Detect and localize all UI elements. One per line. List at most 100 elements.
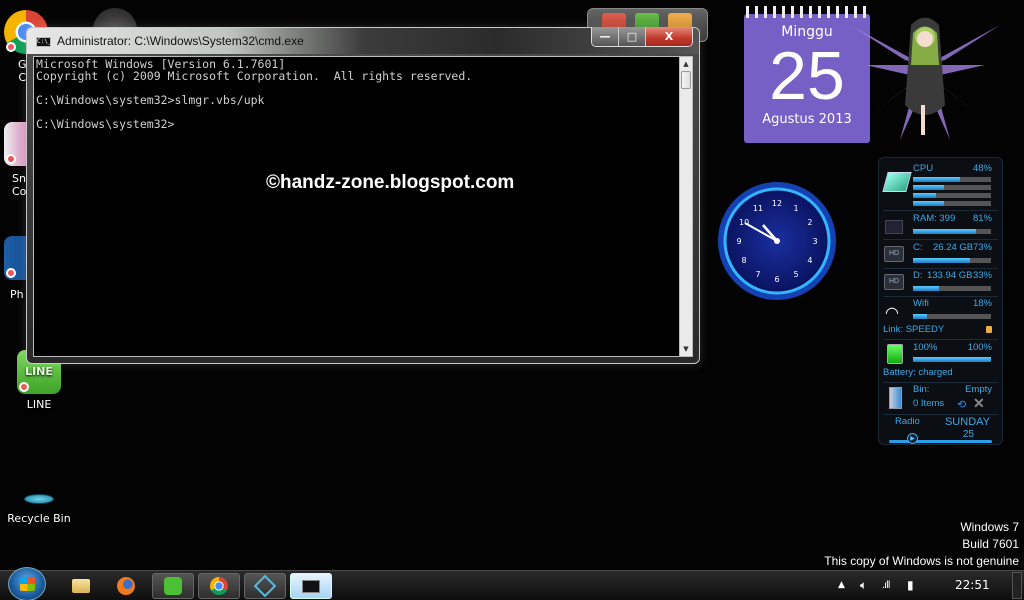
clock-gadget[interactable]: 12 12 3 45 6 78 9 10 11	[717, 181, 837, 301]
battery-left-value: 100%	[913, 342, 938, 353]
taskbar-clock[interactable]: 22:51	[955, 578, 990, 592]
snipping-tool-icon	[253, 574, 277, 598]
clock-numeral: 8	[742, 256, 747, 265]
bin-items: 0 Items	[913, 398, 945, 409]
drive-c-value: 73%	[972, 242, 992, 253]
cmd-icon	[302, 579, 320, 593]
folder-icon	[72, 579, 90, 593]
not-genuine-text: This copy of Windows is not genuine	[824, 554, 1019, 568]
clock-numeral: 4	[807, 256, 812, 265]
window-controls: — □ X	[591, 27, 693, 47]
radio-label: Radio	[895, 416, 920, 427]
radio-progress	[889, 440, 992, 443]
cmd-window[interactable]: C:\_ Administrator: C:\Windows\System32\…	[26, 27, 700, 364]
clock-numeral: 7	[755, 270, 760, 279]
recycle-bin-icon	[24, 494, 54, 504]
recycle-bin-icon	[889, 387, 902, 409]
refresh-icon[interactable]: ⟲	[957, 398, 966, 411]
clock-numeral: 5	[793, 270, 798, 279]
show-hidden-icons[interactable]: ▲	[838, 580, 845, 590]
taskbar-explorer[interactable]	[60, 573, 102, 599]
show-desktop-button[interactable]	[1012, 572, 1022, 599]
clock-numeral: 6	[774, 275, 779, 284]
network-icon[interactable]: .ıll	[882, 580, 890, 591]
bin-label: Bin:	[913, 384, 930, 395]
cpu-chip-icon	[882, 172, 912, 192]
icon-label: LINE	[26, 398, 52, 411]
clock-numeral: 9	[736, 237, 741, 246]
clock-numeral: 1	[793, 204, 798, 213]
cpu-label: CPU	[913, 163, 934, 174]
console-output[interactable]: Microsoft Windows [Version 6.1.7601] Copy…	[33, 56, 681, 357]
scroll-down-icon[interactable]: ▼	[680, 342, 692, 356]
genuine-notice: Windows 7 Build 7601 This copy of Window…	[824, 519, 1019, 570]
drive-d-bar	[913, 286, 991, 291]
icon-label: Recycle Bin	[7, 512, 71, 525]
taskbar-snipping-tool[interactable]	[244, 573, 286, 599]
hard-drive-icon: HD	[884, 274, 904, 290]
clock-numeral: 3	[812, 237, 817, 246]
drive-d-label: D:	[913, 270, 923, 281]
scroll-up-icon[interactable]: ▲	[680, 57, 692, 71]
chrome-icon	[210, 577, 228, 595]
divider	[883, 339, 998, 340]
maximize-button[interactable]: □	[619, 27, 646, 46]
wifi-value: 18%	[972, 298, 992, 309]
lock-icon	[986, 326, 992, 333]
vertical-scrollbar[interactable]: ▲ ▼	[679, 56, 693, 357]
play-icon[interactable]: ▶	[907, 433, 918, 444]
taskbar-chrome[interactable]	[198, 573, 240, 599]
divider	[883, 296, 998, 297]
battery-status: Battery: charged	[883, 367, 953, 378]
clock-numeral: 11	[753, 204, 763, 213]
ram-label: RAM: 399	[913, 213, 956, 224]
clock-center	[774, 238, 780, 244]
console-line: C:\Windows\system32>	[36, 117, 175, 131]
divider	[883, 268, 998, 269]
os-build: Build 7601	[962, 537, 1019, 551]
system-monitor-gadget: CPU 48% RAM: 399 81% HD C: 26.24 GB 73% …	[878, 157, 1003, 445]
taskbar-cmd[interactable]	[290, 573, 332, 599]
cmd-icon: C:\_	[36, 37, 52, 47]
battery-right-value: 100%	[967, 342, 992, 353]
divider	[883, 210, 998, 211]
divider	[883, 414, 998, 415]
ram-bar	[913, 229, 991, 234]
scroll-thumb[interactable]	[681, 71, 691, 89]
radio-date: 25	[962, 429, 974, 440]
ram-value: 81%	[972, 213, 992, 224]
cpu-core-bar	[913, 201, 991, 206]
icon-label: Ph	[10, 288, 24, 301]
cpu-core-bar	[913, 193, 991, 198]
bin-state: Empty	[965, 384, 992, 395]
clock-numeral: 10	[739, 218, 749, 227]
taskbar-line[interactable]	[152, 573, 194, 599]
windows-logo-icon	[20, 577, 35, 591]
wifi-icon: ◠	[885, 305, 899, 322]
wifi-label: Wifi	[913, 298, 929, 309]
start-button[interactable]	[8, 567, 46, 600]
battery-bar	[913, 357, 991, 362]
hard-drive-icon: HD	[884, 246, 904, 262]
wifi-bar	[913, 314, 991, 319]
battery-icon	[887, 344, 903, 364]
volume-icon[interactable]: 🔈︎	[860, 578, 867, 593]
console-line: Copyright (c) 2009 Microsoft Corporation…	[36, 69, 473, 83]
wifi-link: Link: SPEEDY	[883, 324, 945, 335]
close-button[interactable]: X	[646, 27, 692, 46]
taskbar-firefox[interactable]	[105, 573, 147, 599]
empty-bin-icon[interactable]: ✕	[973, 395, 985, 412]
anime-character-gadget	[850, 17, 1000, 140]
firefox-icon	[117, 577, 135, 595]
window-title: Administrator: C:\Windows\System32\cmd.e…	[57, 34, 304, 48]
taskbar: ▲ 🔈︎ .ıll ▮ 22:51	[0, 567, 1024, 600]
desktop-icon-recycle-bin[interactable]: Recycle Bin	[4, 494, 74, 525]
drive-d-size: 133.94 GB	[927, 270, 973, 281]
minimize-button[interactable]: —	[592, 27, 619, 46]
power-plug-icon[interactable]: ▮	[907, 578, 914, 592]
cpu-core-bar	[913, 177, 991, 182]
drive-c-label: C:	[913, 242, 923, 253]
divider	[883, 382, 998, 383]
ram-icon	[885, 220, 903, 234]
drive-c-bar	[913, 258, 991, 263]
